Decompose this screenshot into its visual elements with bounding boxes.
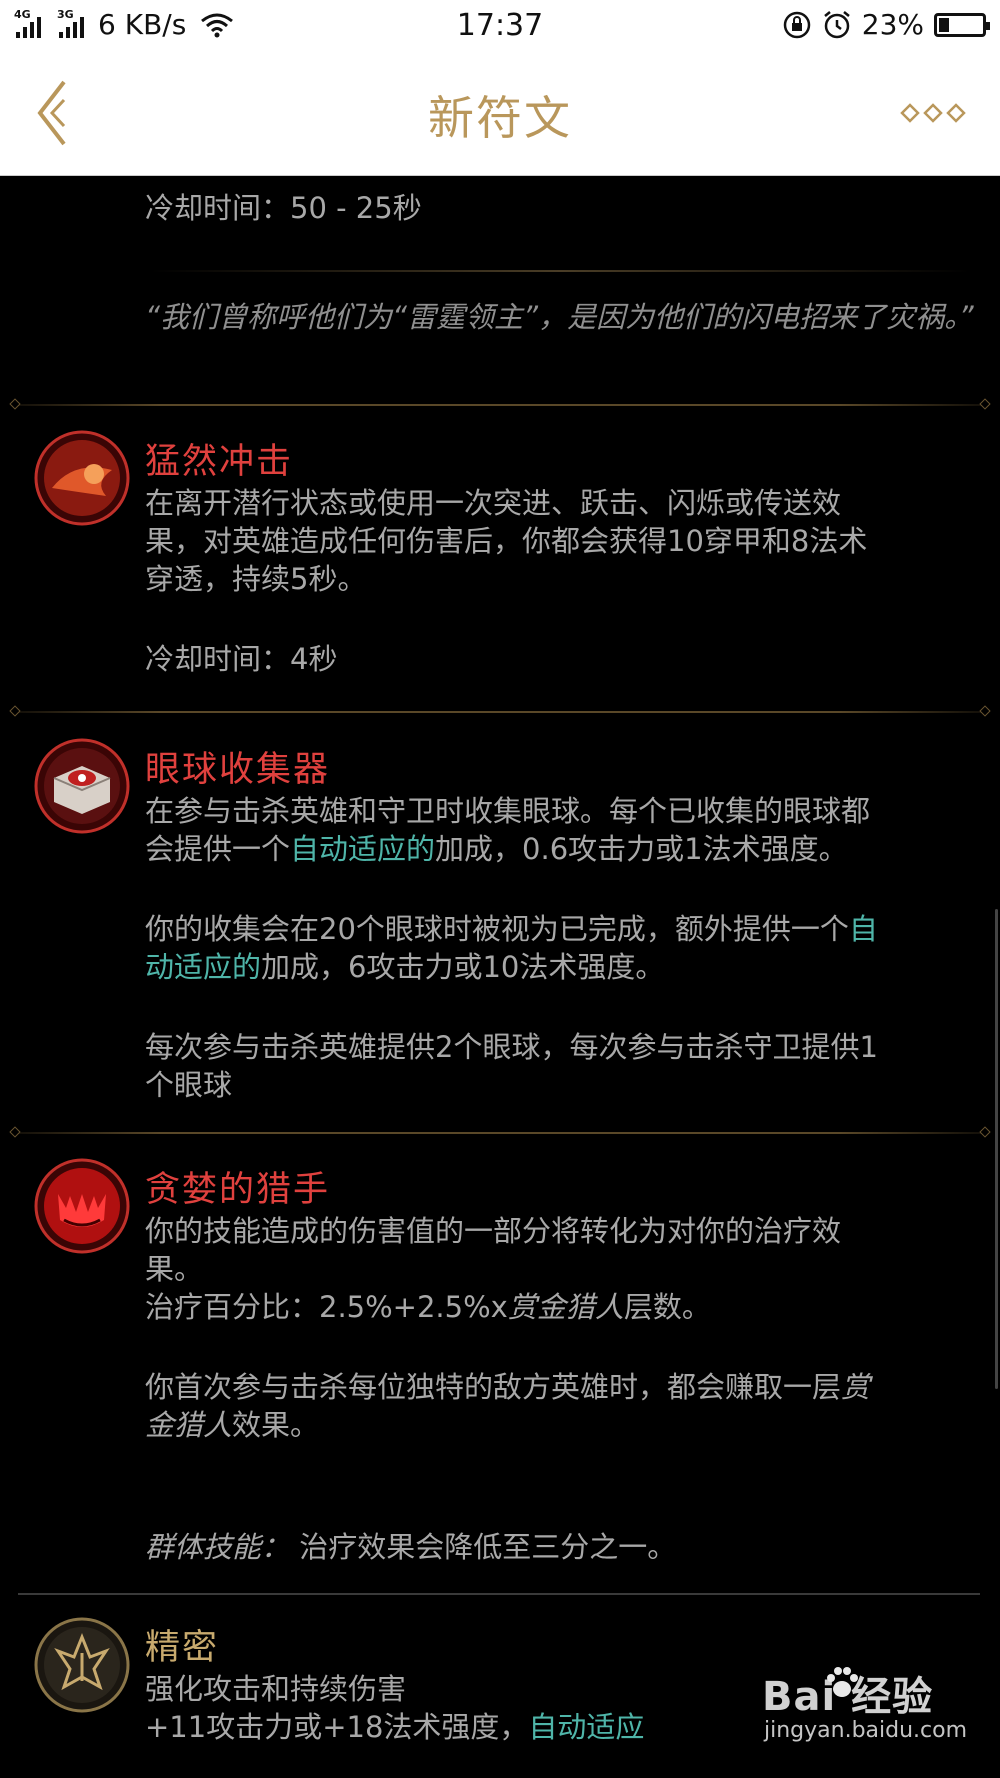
rune-desc-line: 你的收集会在20个眼球时被视为已完成，额外提供一个自 — [145, 912, 878, 946]
bounty-hunter-keyword: 赏金猎人 — [507, 1290, 624, 1324]
prev-rune-quote: “我们曾称呼他们为“雷霆领主”，是因为他们的闪电招来了灾祸。” — [145, 300, 974, 334]
battery-percent: 23% — [861, 8, 924, 41]
more-diamonds-icon[interactable] — [900, 102, 966, 124]
divider — [9, 1126, 991, 1138]
rune-desc-line: 果，对英雄造成任何伤害后，你都会获得10穿甲和8法术 — [145, 524, 868, 558]
divider — [150, 270, 970, 272]
rune-desc-line: 治疗百分比：2.5%+2.5%x赏金猎人层数。 — [145, 1290, 711, 1324]
nav-header: 新符文 — [0, 50, 1000, 176]
status-right: 23% — [782, 8, 990, 41]
sudden-impact-icon — [34, 430, 130, 526]
adaptive-keyword-link[interactable]: 自动适应的 — [290, 832, 435, 866]
bounty-hunter-keyword: 赏 — [841, 1370, 871, 1404]
rotation-lock-icon — [783, 11, 811, 38]
precision-icon — [34, 1617, 130, 1713]
rune-desc-line: 穿透，持续5秒。 — [145, 562, 367, 596]
rune-cooldown: 冷却时间：4秒 — [145, 642, 338, 676]
bounty-hunter-keyword: 金猎人 — [145, 1408, 233, 1442]
aoe-label: 群体技能： — [145, 1530, 291, 1564]
battery-icon — [934, 12, 990, 37]
adaptive-keyword-link[interactable]: 动适应的 — [145, 950, 261, 984]
rune-desc-line: 在离开潜行状态或使用一次突进、跃击、闪烁或传送效 — [145, 486, 842, 520]
rune-desc-line: 金猎人效果。 — [145, 1408, 320, 1442]
status-bar: 4G 3G 6 KB/s 17:37 23% — [0, 0, 1000, 50]
alarm-icon — [823, 10, 850, 38]
rune-desc-line: 个眼球 — [145, 1068, 233, 1102]
divider — [9, 705, 991, 717]
scrollbar[interactable] — [995, 909, 998, 1389]
battery-fill — [939, 17, 949, 32]
rune-desc-line: 强化攻击和持续伤害 — [145, 1672, 407, 1706]
rune-desc-line: 会提供一个自动适应的加成，0.6攻击力或1法术强度。 — [145, 832, 848, 866]
rune-desc-line: 果。 — [145, 1252, 204, 1286]
rune-name: 贪婪的猎手 — [145, 1170, 331, 1210]
rune-name: 眼球收集器 — [145, 750, 331, 790]
eyeball-collection-icon — [34, 738, 130, 834]
adaptive-keyword-link[interactable]: 自 — [849, 912, 878, 946]
rune-desc-line: 每次参与击杀英雄提供2个眼球，每次参与击杀守卫提供1 — [145, 1030, 878, 1064]
rune-aoe-note: 群体技能： 治疗效果会降低至三分之一。 — [145, 1530, 677, 1564]
divider — [9, 398, 991, 410]
rune-desc-line: 你的技能造成的伤害值的一部分将转化为对你的治疗效 — [145, 1214, 842, 1248]
prev-rune-cooldown: 冷却时间：50 - 25秒 — [145, 191, 422, 225]
divider — [18, 1593, 980, 1595]
paw-logo-icon — [827, 1667, 858, 1697]
rune-desc-line: 动适应的加成，6攻击力或10法术强度。 — [145, 950, 665, 984]
page-title: 新符文 — [428, 91, 572, 145]
adaptive-keyword-link[interactable]: 自动适应 — [528, 1710, 644, 1744]
rune-tree-name: 精密 — [145, 1628, 220, 1668]
rune-desc-line: 你首次参与击杀每位独特的敌方英雄时，都会赚取一层赏 — [145, 1370, 871, 1404]
rune-name: 猛然冲击 — [145, 442, 294, 482]
rune-desc-line: 在参与击杀英雄和守卫时收集眼球。每个已收集的眼球都 — [145, 794, 871, 828]
rune-desc-line: +11攻击力或+18法术强度，自动适应 — [145, 1710, 645, 1744]
ravenous-hunter-icon — [34, 1158, 130, 1254]
rune-list[interactable]: 冷却时间：50 - 25秒 “我们曾称呼他们为“雷霆领主”，是因为他们的闪电招来… — [0, 177, 1000, 1778]
baidu-jingyan-watermark: Bai 经验 jingyan.baidu.com — [762, 1656, 967, 1756]
